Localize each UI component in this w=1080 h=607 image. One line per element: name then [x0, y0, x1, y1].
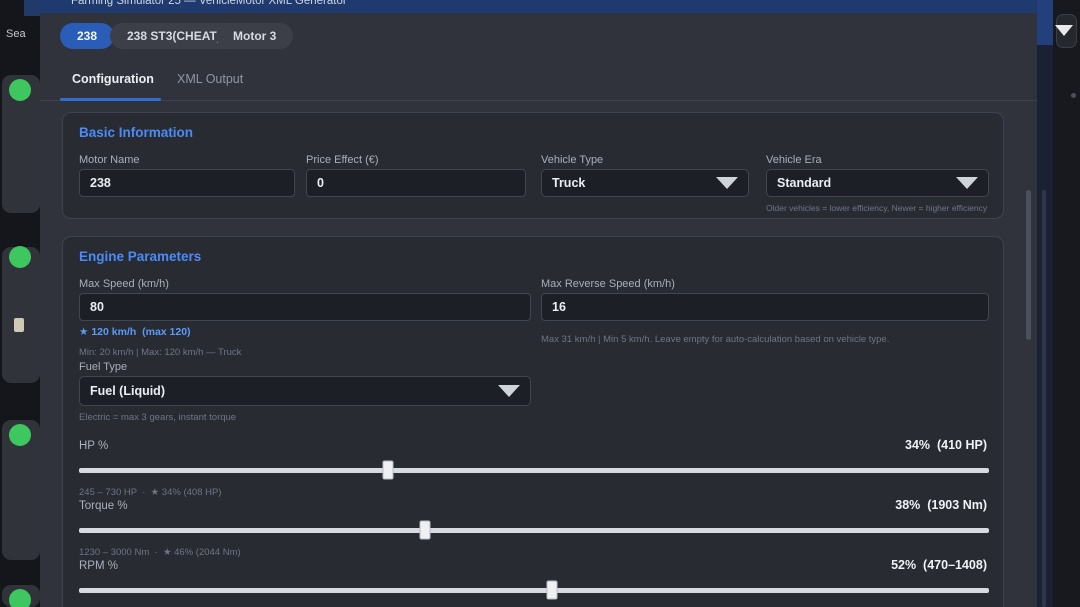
- background-header-fragment: [1037, 0, 1053, 45]
- hp-percent-value: 34% (410 HP): [905, 438, 987, 452]
- rpm-percent-slider[interactable]: [79, 581, 989, 599]
- xml-generator-modal: Farming Simulator 25 — VehicleMotor XML …: [40, 0, 1053, 607]
- green-status-dot: [9, 424, 31, 446]
- slider-track[interactable]: [79, 588, 989, 593]
- torque-percent-slider[interactable]: [79, 521, 989, 539]
- chevron-down-icon: [716, 177, 738, 189]
- modal-title-bar: Farming Simulator 25 — VehicleMotor XML …: [40, 0, 1053, 13]
- background-header-fragment: [24, 0, 40, 16]
- motor-tab-label: 238: [77, 29, 97, 43]
- green-status-dot: [9, 589, 31, 607]
- modal-body: 238 238 ST3(CHEAT) Motor 3 Configuration…: [40, 13, 1037, 607]
- price-effect-label: Price Effect (€): [306, 154, 379, 166]
- tab-configuration[interactable]: Configuration: [72, 72, 154, 86]
- section-title: Engine Parameters: [79, 249, 201, 264]
- fuel-type-label: Fuel Type: [79, 361, 127, 373]
- motor-name-input[interactable]: [79, 169, 295, 197]
- hp-range-hint: 245 – 730 HP · ★ 34% (408 HP): [79, 487, 221, 498]
- motor-tab-label: 238 ST3(CHEAT): [127, 29, 221, 43]
- motor-tab-motor-3[interactable]: Motor 3: [216, 23, 293, 49]
- background-search-label: Sea: [6, 28, 26, 40]
- vehicle-era-value: Standard: [777, 176, 831, 190]
- section-title: Basic Information: [79, 125, 193, 140]
- fuel-type-hint: Electric = max 3 gears, instant torque: [79, 412, 236, 423]
- torque-percent-value: 38% (1903 Nm): [895, 498, 987, 512]
- vehicle-era-label: Vehicle Era: [766, 154, 822, 166]
- vehicle-era-select[interactable]: Standard: [766, 169, 989, 197]
- hp-percent-label: HP %: [79, 440, 108, 452]
- basic-information-section: Basic Information Motor Name Price Effec…: [62, 112, 1004, 219]
- hp-percent-slider[interactable]: [79, 461, 989, 479]
- max-speed-recommended-note: ★ 120 km/h (max 120): [79, 326, 191, 338]
- vehicle-type-select[interactable]: Truck: [541, 169, 749, 197]
- rpm-percent-value: 52% (470–1408): [891, 558, 987, 572]
- slider-track[interactable]: [79, 468, 989, 473]
- background-dropdown-button[interactable]: [1056, 14, 1077, 48]
- tab-xml-output[interactable]: XML Output: [177, 72, 243, 86]
- max-speed-range-hint: Min: 20 km/h | Max: 120 km/h — Truck: [79, 347, 241, 358]
- modal-scrollbar-thumb[interactable]: [1026, 190, 1031, 340]
- engine-parameters-section: Engine Parameters Max Speed (km/h) Max R…: [62, 236, 1004, 607]
- outer-scrollbar[interactable]: [1042, 190, 1046, 607]
- chevron-down-icon: [1055, 25, 1073, 36]
- fuel-type-value: Fuel (Liquid): [90, 384, 165, 398]
- green-status-dot: [9, 246, 31, 268]
- motor-tab-238[interactable]: 238: [60, 23, 114, 49]
- background-mini-icon: [14, 318, 24, 332]
- vehicle-type-value: Truck: [552, 176, 585, 190]
- green-status-dot: [9, 79, 31, 101]
- price-effect-input[interactable]: [306, 169, 526, 197]
- motor-name-label: Motor Name: [79, 154, 140, 166]
- torque-range-hint: 1230 – 3000 Nm · ★ 46% (2044 Nm): [79, 547, 241, 558]
- chevron-down-icon: [956, 177, 978, 189]
- slider-knob[interactable]: [547, 581, 558, 600]
- max-reverse-speed-input[interactable]: [541, 293, 989, 321]
- main-tab-bar: Configuration XML Output: [40, 60, 1037, 101]
- active-tab-underline: [60, 98, 161, 101]
- vehicle-type-label: Vehicle Type: [541, 154, 603, 166]
- motor-tab-label: Motor 3: [233, 29, 276, 43]
- slider-knob[interactable]: [419, 521, 430, 540]
- modal-title: Farming Simulator 25 — VehicleMotor XML …: [71, 0, 347, 7]
- max-speed-input[interactable]: [79, 293, 531, 321]
- max-speed-label: Max Speed (km/h): [79, 278, 169, 290]
- max-reverse-speed-label: Max Reverse Speed (km/h): [541, 278, 675, 290]
- background-scroll-dot: [1071, 93, 1076, 98]
- fuel-type-select[interactable]: Fuel (Liquid): [79, 376, 531, 406]
- rpm-percent-label: RPM %: [79, 560, 118, 572]
- slider-track[interactable]: [79, 528, 989, 533]
- chevron-down-icon: [498, 385, 520, 397]
- vehicle-era-hint: Older vehicles = lower efficiency, Newer…: [766, 203, 987, 213]
- torque-percent-label: Torque %: [79, 500, 128, 512]
- max-reverse-speed-hint: Max 31 km/h | Min 5 km/h. Leave empty fo…: [541, 334, 889, 345]
- slider-knob[interactable]: [383, 461, 394, 480]
